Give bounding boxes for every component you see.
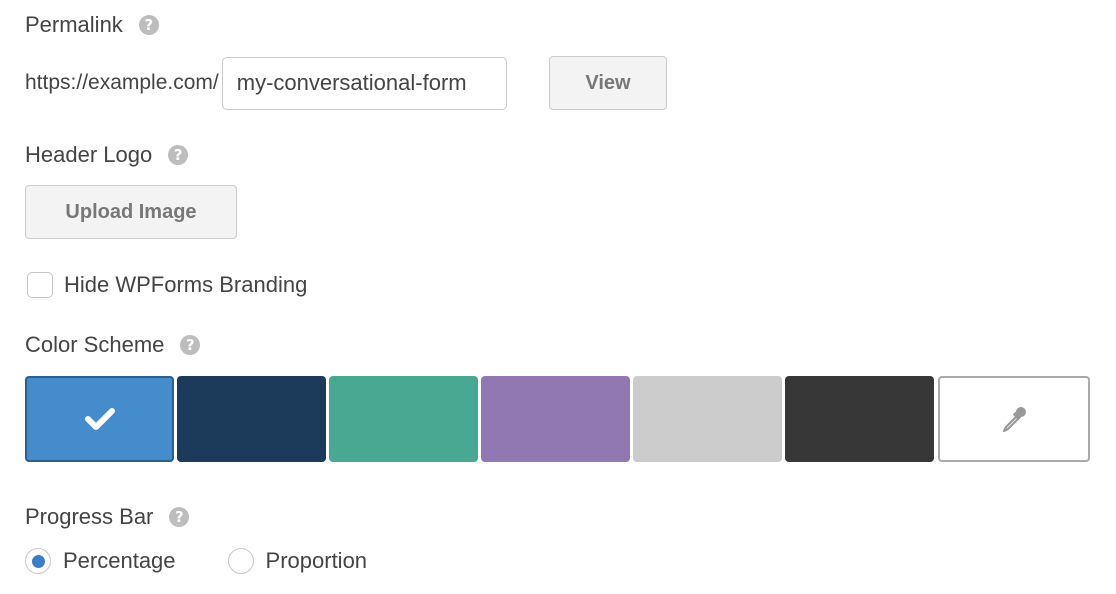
swatch-navy[interactable]	[177, 376, 326, 462]
percentage-radio[interactable]	[25, 548, 51, 574]
swatch-light-gray[interactable]	[633, 376, 782, 462]
progress-bar-label: Progress Bar ?	[25, 504, 190, 530]
eyedropper-icon	[1002, 407, 1026, 433]
color-scheme-label-text: Color Scheme	[25, 332, 165, 357]
permalink-row: https://example.com/	[25, 56, 507, 110]
swatch-blue[interactable]	[25, 376, 174, 462]
upload-image-button[interactable]: Upload Image	[25, 185, 237, 239]
swatch-purple[interactable]	[481, 376, 630, 462]
swatch-charcoal[interactable]	[785, 376, 934, 462]
permalink-slug-input[interactable]	[221, 56, 507, 110]
swatch-teal[interactable]	[329, 376, 478, 462]
view-button[interactable]: View	[549, 56, 667, 110]
proportion-label[interactable]: Proportion	[266, 548, 368, 574]
header-logo-label: Header Logo ?	[25, 142, 189, 168]
permalink-label: Permalink ?	[25, 12, 159, 38]
custom-color-button[interactable]	[938, 376, 1090, 462]
radio-selected-dot	[31, 554, 45, 568]
proportion-radio[interactable]	[227, 548, 254, 574]
help-icon[interactable]: ?	[180, 335, 201, 355]
progress-bar-options: Percentage Proportion	[25, 548, 419, 574]
help-icon[interactable]: ?	[169, 507, 190, 527]
hide-branding-option[interactable]: Hide WPForms Branding	[27, 272, 307, 298]
checkmark-icon	[84, 408, 115, 430]
radio-option-proportion[interactable]: Proportion	[227, 548, 368, 574]
url-prefix: https://example.com/	[25, 71, 219, 94]
header-logo-label-text: Header Logo	[25, 142, 153, 167]
color-swatches	[25, 376, 1090, 462]
help-icon[interactable]: ?	[168, 145, 189, 165]
radio-option-percentage[interactable]: Percentage	[25, 548, 176, 574]
percentage-label[interactable]: Percentage	[63, 548, 176, 574]
help-icon[interactable]: ?	[138, 15, 159, 35]
hide-branding-checkbox[interactable]	[27, 272, 53, 298]
hide-branding-label[interactable]: Hide WPForms Branding	[64, 272, 307, 298]
color-scheme-label: Color Scheme ?	[25, 332, 201, 358]
progress-bar-label-text: Progress Bar	[25, 504, 154, 529]
permalink-label-text: Permalink	[25, 12, 123, 37]
